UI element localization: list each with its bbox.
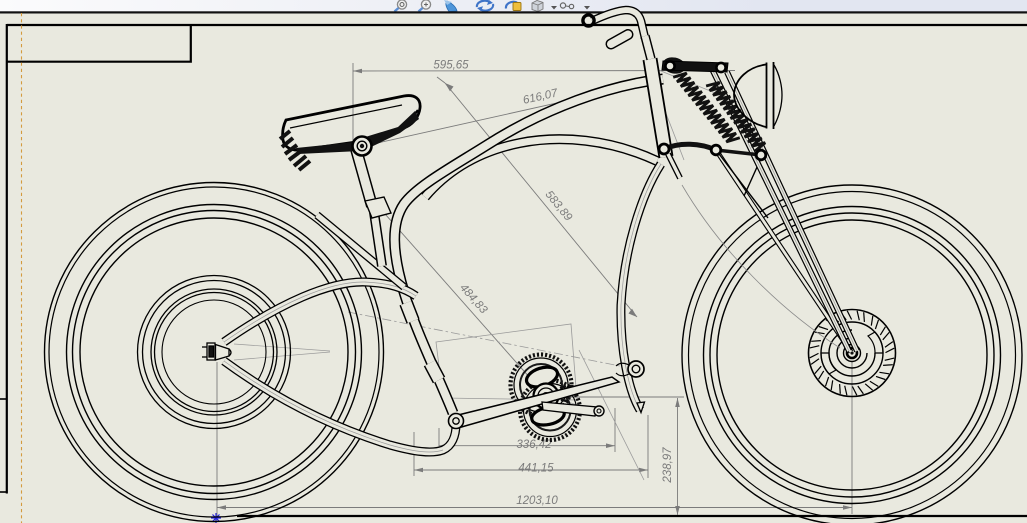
svg-text:595,65: 595,65 <box>433 60 469 72</box>
svg-text:441,15: 441,15 <box>518 463 554 475</box>
svg-text:238,97: 238,97 <box>662 447 674 484</box>
svg-text:1203,10: 1203,10 <box>516 495 558 507</box>
